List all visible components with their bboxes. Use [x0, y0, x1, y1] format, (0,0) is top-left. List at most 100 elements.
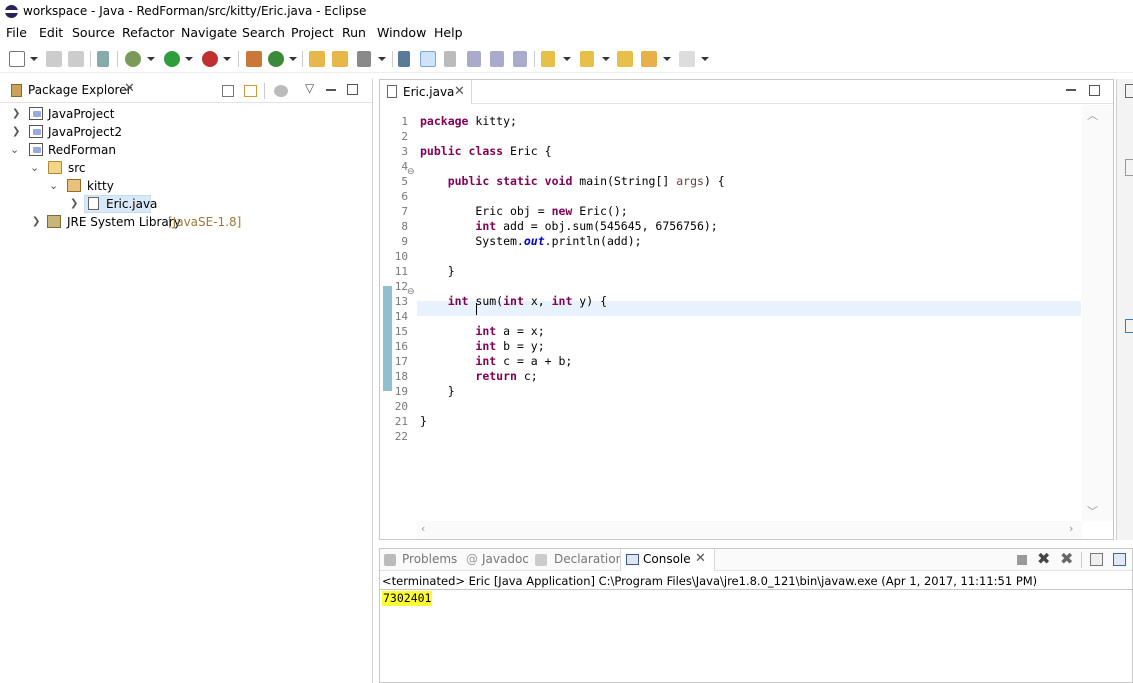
fold-icon[interactable]: ⊖ — [407, 287, 415, 297]
maximize-icon[interactable] — [1089, 85, 1100, 96]
menu-source[interactable]: Source — [72, 25, 115, 40]
collapse-arrow-icon[interactable]: ⌄ — [30, 159, 39, 177]
previous-annotation-dropdown-icon[interactable] — [602, 57, 610, 61]
vertical-scrollbar[interactable]: ︿ ﹀ — [1082, 105, 1113, 521]
tree-item-jre-library[interactable]: ❯ JRE System Library [JavaSE-1.8] — [0, 213, 372, 231]
new-class-dropdown-icon[interactable] — [289, 57, 297, 61]
menu-edit[interactable]: Edit — [39, 25, 63, 40]
menu-project[interactable]: Project — [291, 25, 334, 40]
menu-run[interactable]: Run — [342, 25, 366, 40]
fold-icon[interactable]: ⊖ — [407, 167, 415, 177]
code-line: public static void main(String[] args) { — [447, 174, 725, 188]
code-line: } — [420, 414, 427, 428]
horizontal-scrollbar[interactable]: ‹ › — [417, 521, 1082, 539]
menu-refactor[interactable]: Refactor — [122, 25, 174, 40]
tab-declaration[interactable]: Declaration — [554, 552, 623, 566]
skip-breakpoints-icon[interactable] — [97, 51, 109, 67]
debug-icon[interactable] — [125, 51, 141, 67]
tab-problems[interactable]: Problems — [402, 552, 457, 566]
close-icon[interactable]: ✕ — [124, 81, 135, 96]
tree-item-kitty[interactable]: ⌄ kitty — [0, 177, 372, 195]
collapse-arrow-icon[interactable]: ⌄ — [49, 177, 58, 195]
eclipse-logo-icon — [5, 5, 18, 18]
tab-console[interactable]: Console ✕ — [620, 549, 715, 571]
save-all-icon[interactable] — [68, 51, 84, 67]
expand-arrow-icon[interactable]: ❯ — [12, 105, 20, 123]
outline-view-icon[interactable] — [1125, 159, 1133, 176]
collapse-arrow-icon[interactable]: ⌄ — [10, 141, 19, 159]
forward-dropdown-icon[interactable] — [701, 57, 709, 61]
line-number: 10 — [394, 250, 408, 263]
external-tools-dropdown-icon[interactable] — [223, 57, 231, 61]
search-dropdown-icon[interactable] — [378, 57, 386, 61]
scroll-left-icon[interactable]: ‹ — [421, 522, 425, 535]
open-type-icon[interactable] — [309, 51, 325, 67]
toggle-word-wrap-icon[interactable] — [444, 51, 456, 67]
open-task-icon[interactable] — [332, 51, 348, 67]
scroll-right-icon[interactable]: › — [1069, 522, 1073, 535]
tab-eric-java[interactable]: Eric.java ✕ — [380, 80, 472, 104]
run-icon[interactable] — [164, 51, 180, 67]
expand-arrow-icon[interactable]: ❯ — [32, 213, 40, 231]
tab-javadoc[interactable]: Javadoc — [482, 552, 529, 566]
line-number: 7 — [401, 205, 408, 218]
scroll-up-icon[interactable]: ︿ — [1087, 107, 1098, 123]
view-separator — [264, 83, 265, 99]
last-edit-location-icon[interactable] — [617, 51, 633, 67]
mark-occurrences-icon[interactable] — [420, 51, 436, 67]
tab-package-explorer[interactable]: Package Explorer — [28, 83, 132, 97]
save-icon[interactable] — [46, 51, 62, 67]
next-annotation-icon[interactable] — [541, 51, 555, 67]
previous-annotation-icon[interactable] — [580, 51, 594, 67]
view-menu-icon[interactable]: ▽ — [305, 81, 314, 95]
remove-all-terminated-icon[interactable]: ✖ — [1060, 549, 1073, 568]
tree-item-src[interactable]: ⌄ src — [0, 159, 372, 177]
next-annotation-dropdown-icon[interactable] — [563, 57, 571, 61]
tree-item-javaproject[interactable]: ❯ JavaProject — [0, 105, 372, 123]
annotation-icon[interactable] — [398, 51, 410, 67]
show-console-icon[interactable] — [1113, 553, 1126, 566]
collapse-all-icon[interactable] — [222, 85, 234, 97]
search-icon[interactable] — [357, 51, 371, 67]
expand-arrow-icon[interactable]: ❯ — [70, 195, 78, 213]
console-output[interactable]: 7302401 — [382, 591, 433, 606]
forward-icon[interactable] — [679, 51, 695, 67]
minimize-icon[interactable] — [326, 89, 336, 91]
scroll-down-icon[interactable]: ﹀ — [1087, 503, 1098, 519]
close-icon[interactable]: ✕ — [695, 551, 706, 566]
new-java-project-icon[interactable] — [246, 51, 262, 67]
expand-arrow-icon[interactable]: ❯ — [12, 123, 20, 141]
restore-icon[interactable] — [1125, 84, 1133, 98]
terminate-icon[interactable] — [1017, 555, 1027, 565]
menu-search[interactable]: Search — [242, 25, 285, 40]
remove-launch-icon[interactable]: ✖ — [1037, 549, 1050, 568]
toolbar-separator — [302, 51, 303, 67]
block-selection-icon[interactable] — [467, 51, 481, 67]
back-dropdown-icon[interactable] — [663, 57, 671, 61]
back-icon[interactable] — [641, 51, 657, 67]
run-dropdown-icon[interactable] — [185, 57, 193, 61]
tree-item-eric-java[interactable]: ❯ Eric.java — [0, 195, 372, 213]
console-view: Problems @ Javadoc Declaration Console ✕… — [379, 548, 1133, 683]
new-class-icon[interactable] — [268, 51, 284, 67]
tree-item-javaproject2[interactable]: ❯ JavaProject2 — [0, 123, 372, 141]
menu-help[interactable]: Help — [434, 25, 463, 40]
menu-navigate[interactable]: Navigate — [181, 25, 237, 40]
minimize-icon[interactable] — [1066, 89, 1076, 91]
new-dropdown-icon[interactable] — [30, 57, 38, 61]
code-line: return c; — [475, 369, 538, 383]
task-list-icon[interactable] — [1125, 319, 1133, 333]
debug-dropdown-icon[interactable] — [147, 57, 155, 61]
scroll-lock-icon[interactable] — [1090, 553, 1103, 566]
focus-icon[interactable] — [274, 85, 288, 97]
link-with-editor-icon[interactable] — [244, 85, 257, 97]
tree-item-redforman[interactable]: ⌄ RedForman — [0, 141, 372, 159]
menu-file[interactable]: File — [6, 25, 27, 40]
show-whitespace-icon[interactable] — [490, 51, 504, 67]
external-tools-icon[interactable] — [202, 51, 218, 67]
menu-window[interactable]: Window — [377, 25, 426, 40]
maximize-icon[interactable] — [347, 84, 358, 95]
new-icon[interactable] — [9, 51, 25, 67]
paragraph-icon[interactable] — [513, 51, 527, 67]
close-icon[interactable]: ✕ — [454, 84, 465, 99]
